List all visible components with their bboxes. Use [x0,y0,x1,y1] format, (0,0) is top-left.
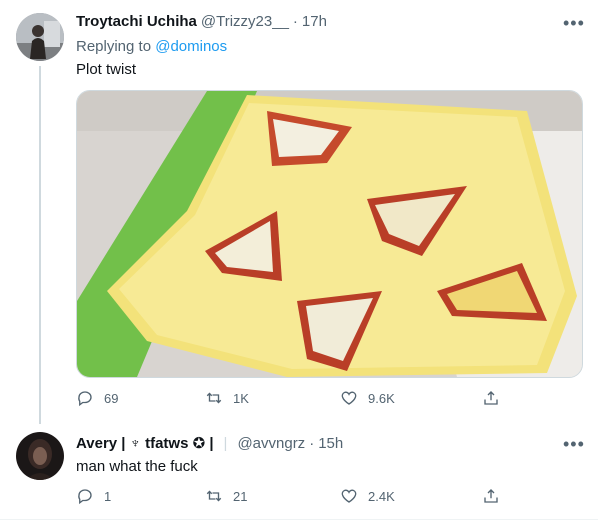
more-icon: ••• [563,434,585,454]
pizza-on-pineapple-image [77,91,582,377]
thread-line [39,66,41,424]
reply-retweet-button[interactable]: 21 [205,487,247,505]
reply-retweet-count: 21 [233,488,248,504]
tweet-time[interactable]: 17h [302,13,327,30]
retweet-icon [206,490,222,502]
reply-icon [78,489,92,505]
tweet-media[interactable] [76,90,583,378]
reply-icon [78,391,92,407]
replying-prefix: Replying to [76,38,156,55]
reply-share-button[interactable] [482,487,500,505]
avatar[interactable] [16,13,64,61]
tweet-header: Troytachi Uchiha @Trizzy23__ · 17h [76,13,327,30]
reply-author-handle[interactable]: @avvngrz [237,435,305,452]
reply-reply-button[interactable]: 1 [76,487,111,505]
retweet-count: 1K [233,390,249,406]
retweet-button[interactable]: 1K [205,389,249,407]
more-button[interactable]: ••• [563,14,585,32]
reply-reply-count: 1 [104,488,112,504]
like-button[interactable]: 9.6K [340,389,395,407]
avatar-image [16,13,64,61]
more-icon: ••• [563,13,585,33]
separator: · [292,13,298,30]
reply-author-name[interactable]: Avery | ♆ tfatws ✪ | [76,434,214,452]
name-divider: | [223,435,228,452]
author-handle[interactable]: @Trizzy23__ [201,13,289,30]
share-button[interactable] [482,389,500,407]
replying-to-link[interactable]: @dominos [155,38,227,55]
like-count: 9.6K [368,390,395,406]
reply-like-button[interactable]: 2.4K [340,487,395,505]
author-name[interactable]: Troytachi Uchiha [76,13,197,30]
like-icon [341,489,357,503]
reply-header: Avery | ♆ tfatws ✪ | | @avvngrz · 15h [76,434,343,452]
reply-avatar-image [16,432,64,480]
retweet-icon [206,392,222,404]
tweet-text: Plot twist [76,61,137,78]
reply-text: man what the fuck [76,458,198,475]
reply-more-button[interactable]: ••• [563,435,585,453]
replying-to: Replying to @dominos [76,38,227,55]
reply-avatar[interactable] [16,432,64,480]
share-icon [484,489,498,503]
reply-time[interactable]: 15h [318,435,343,452]
reply-like-count: 2.4K [368,488,395,504]
share-icon [484,391,498,405]
like-icon [341,391,357,405]
reply-button[interactable]: 69 [76,389,118,407]
reply-count: 69 [104,390,119,406]
reply-separator: · [309,435,315,452]
